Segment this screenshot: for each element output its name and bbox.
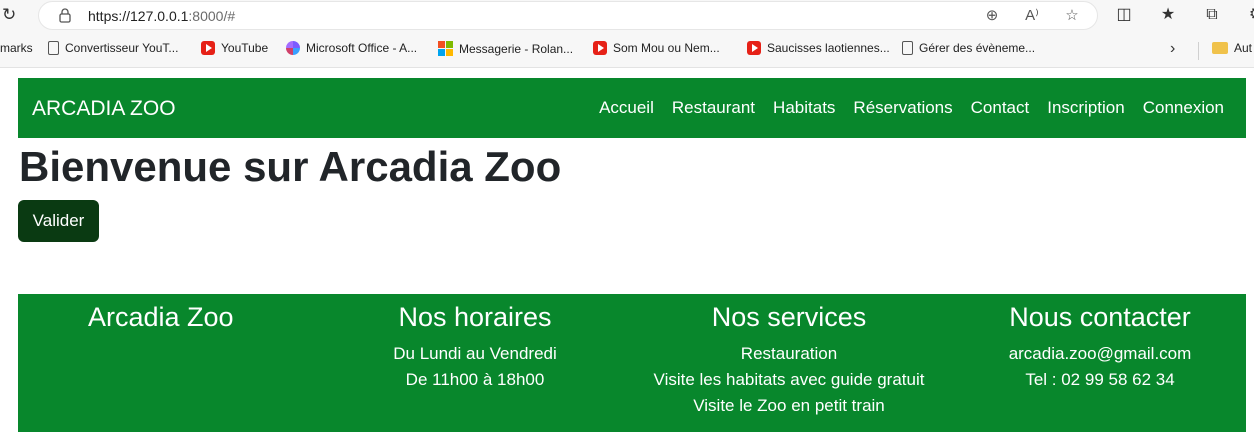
bookmark-label: Aut [1234,41,1253,55]
nav-link-contact[interactable]: Contact [971,98,1030,118]
bookmarks-bar: marks Convertisseur YouT... YouTube Micr… [0,32,1254,68]
browser-toolbar: ↻ https://127.0.0.1:8000/# ⊕ A⁾ ☆ ◫ ★ ⧉ … [0,0,1254,32]
footer-hours-title: Nos horaires [398,302,552,332]
bookmark-item[interactable]: YouTube [201,41,268,55]
page-title: Bienvenue sur Arcadia Zoo [19,143,562,190]
site-navbar: ARCADIA ZOO Accueil Restaurant Habitats … [18,78,1246,138]
main-nav: Accueil Restaurant Habitats Réservations… [599,98,1224,118]
page-icon [902,41,913,55]
folder-icon [1212,42,1228,54]
bookmark-label: YouTube [221,41,269,55]
extensions-icon[interactable]: ⚙ [1244,4,1254,26]
bookmark-label: Som Mou ou Nem... [613,41,720,55]
footer-services-title: Nos services [711,302,867,332]
nav-link-inscription[interactable]: Inscription [1047,98,1124,118]
favorite-star-icon[interactable]: ☆ [1061,6,1083,26]
bookmark-item[interactable]: Convertisseur YouT... [48,41,178,55]
site-brand[interactable]: ARCADIA ZOO [32,97,176,121]
site-footer: Arcadia Zoo Nos horaires Du Lundi au Ven… [18,294,1246,432]
favorites-icon[interactable]: ★ [1156,4,1180,26]
address-bar[interactable]: https://127.0.0.1:8000/# ⊕ A⁾ ☆ [38,1,1098,30]
footer-service-item: Restauration [740,344,838,363]
url-text[interactable]: https://127.0.0.1:8000/# [88,8,235,24]
bookmark-item[interactable]: Som Mou ou Nem... [593,41,720,55]
footer-email[interactable]: arcadia.zoo@gmail.com [1000,341,1200,367]
reload-icon[interactable]: ↻ [2,4,20,26]
bookmark-label: Saucisses laotiennes... [767,41,890,55]
footer-service-item: Visite les habitats avec guide gratuit [653,370,925,389]
footer-service-item: Visite le Zoo en petit train [693,396,885,415]
nav-link-restaurant[interactable]: Restaurant [672,98,755,118]
windows-icon [438,41,453,56]
lock-icon[interactable] [59,8,71,23]
footer-hours-line: De 11h00 à 18h00 [405,370,545,389]
nav-link-habitats[interactable]: Habitats [773,98,835,118]
read-aloud-icon[interactable]: A⁾ [1021,6,1043,26]
zoom-icon[interactable]: ⊕ [981,6,1003,26]
footer-brand: Arcadia Zoo [88,302,234,332]
youtube-icon [747,41,761,55]
valider-button[interactable]: Valider [18,200,99,242]
split-screen-icon[interactable]: ◫ [1112,4,1136,26]
url-host: https://127.0.0.1 [88,8,189,24]
footer-hours-line: Du Lundi au Vendredi [393,344,557,363]
bookmark-label: Microsoft Office - A... [306,41,418,55]
bookmark-label: Convertisseur YouT... [65,41,179,55]
page-icon [48,41,59,55]
footer-phone: Tel : 02 99 58 62 34 [1025,370,1175,389]
bookmark-folder[interactable]: Aut [1212,41,1252,55]
bookmark-item[interactable]: marks [0,41,33,55]
bookmark-item[interactable]: Messagerie - Rolan... [438,41,573,56]
youtube-icon [201,41,215,55]
nav-link-connexion[interactable]: Connexion [1143,98,1224,118]
bookmarks-divider [1198,42,1199,60]
nav-link-accueil[interactable]: Accueil [599,98,654,118]
url-path: :8000/# [188,8,236,24]
microsoft-office-icon [286,41,300,55]
bookmark-item[interactable]: Gérer des évèneme... [902,41,1035,55]
bookmark-label: Messagerie - Rolan... [459,41,574,56]
bookmark-label: Gérer des évèneme... [919,41,1036,55]
bookmark-item[interactable]: Microsoft Office - A... [286,41,417,55]
footer-contact-column: Nous contacter arcadia.zoo@gmail.com Tel… [1000,302,1200,393]
chevron-right-icon[interactable]: › [1170,40,1175,58]
footer-contact-title: Nous contacter [1009,302,1191,332]
collections-icon[interactable]: ⧉ [1200,4,1224,26]
youtube-icon [593,41,607,55]
nav-link-reservations[interactable]: Réservations [853,98,952,118]
footer-brand-column: Arcadia Zoo [88,302,234,341]
bookmark-label: marks [0,41,33,55]
bookmark-item[interactable]: Saucisses laotiennes... [747,41,890,55]
footer-hours-column: Nos horaires Du Lundi au Vendredi De 11h… [390,302,560,393]
footer-services-column: Nos services Restauration Visite les hab… [638,302,940,419]
